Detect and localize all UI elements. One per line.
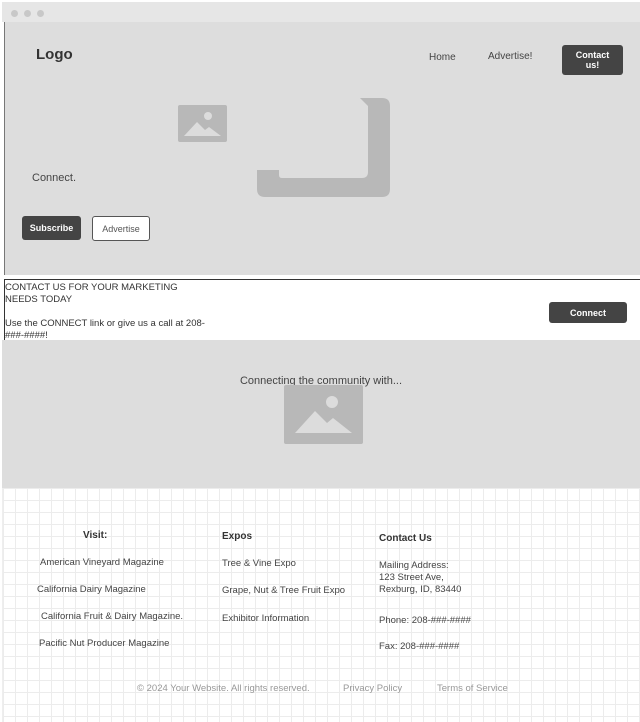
footer-terms-link[interactable]: Terms of Service — [437, 683, 508, 694]
footer-link-california-fruit-dairy[interactable]: California Fruit & Dairy Magazine. — [41, 611, 183, 622]
page: Logo Home Advertise! Contact us! Connect… — [0, 0, 640, 722]
site-footer: Visit: American Vineyard Magazine Califo… — [2, 488, 640, 722]
advertise-button[interactable]: Advertise — [92, 216, 150, 241]
contact-strip-text: Use the CONNECT link or give us a call a… — [5, 318, 235, 342]
decorative-corner-shape — [257, 98, 390, 197]
footer-link-grape-nut-expo[interactable]: Grape, Nut & Tree Fruit Expo — [222, 585, 345, 596]
window-titlebar — [2, 2, 640, 22]
contact-strip-title: CONTACT US FOR YOUR MARKETING NEEDS TODA… — [5, 282, 225, 306]
window-close-dot[interactable] — [11, 10, 18, 17]
footer-link-tree-vine-expo[interactable]: Tree & Vine Expo — [222, 558, 296, 569]
footer-phone: Phone: 208-###-#### — [379, 615, 471, 626]
subscribe-button[interactable]: Subscribe — [22, 216, 81, 240]
footer-link-exhibitor-info[interactable]: Exhibitor Information — [222, 613, 309, 624]
window-minimize-dot[interactable] — [24, 10, 31, 17]
community-section: Connecting the community with... — [2, 340, 640, 488]
contact-strip: CONTACT US FOR YOUR MARKETING NEEDS TODA… — [4, 279, 640, 342]
footer-link-california-dairy[interactable]: California Dairy Magazine — [37, 584, 146, 595]
hero-section: Logo Home Advertise! Contact us! Connect… — [4, 22, 640, 275]
connect-button[interactable]: Connect — [549, 302, 627, 323]
contact-strip-title-line1: CONTACT US FOR YOUR MARKETING — [5, 282, 178, 293]
image-placeholder-icon — [284, 385, 363, 444]
hero-tagline: Connect. — [32, 172, 77, 184]
contact-strip-title-line2: NEEDS TODAY — [5, 294, 73, 305]
footer-fax: Fax: 208-###-#### — [379, 641, 460, 652]
footer-link-american-vineyard[interactable]: American Vineyard Magazine — [40, 557, 164, 568]
image-placeholder-icon — [178, 105, 227, 142]
footer-address-line2: Rexburg, ID, 83440 — [379, 584, 462, 595]
footer-privacy-link[interactable]: Privacy Policy — [343, 683, 402, 694]
footer-contact-heading: Contact Us — [379, 533, 432, 544]
footer-link-pacific-nut[interactable]: Pacific Nut Producer Magazine — [39, 638, 169, 649]
contact-us-button[interactable]: Contact us! — [562, 45, 623, 75]
site-logo[interactable]: Logo — [36, 46, 73, 63]
nav-home-link[interactable]: Home — [429, 52, 456, 63]
contact-us-label-line1: Contact — [575, 50, 610, 60]
footer-address-label: Mailing Address: — [379, 560, 449, 571]
contact-us-label-line2: us! — [585, 60, 600, 70]
footer-address-line1: 123 Street Ave, — [379, 572, 444, 583]
window-maximize-dot[interactable] — [37, 10, 44, 17]
footer-expos-heading: Expos — [222, 531, 253, 542]
footer-address: Mailing Address: 123 Street Ave, Rexburg… — [379, 560, 461, 596]
nav-advertise-link[interactable]: Advertise! — [488, 51, 532, 62]
footer-visit-heading: Visit: — [83, 530, 108, 541]
contact-strip-text-line1: Use the CONNECT link or give us a call a… — [5, 318, 205, 329]
footer-copyright: © 2024 Your Website. All rights reserved… — [137, 683, 310, 694]
